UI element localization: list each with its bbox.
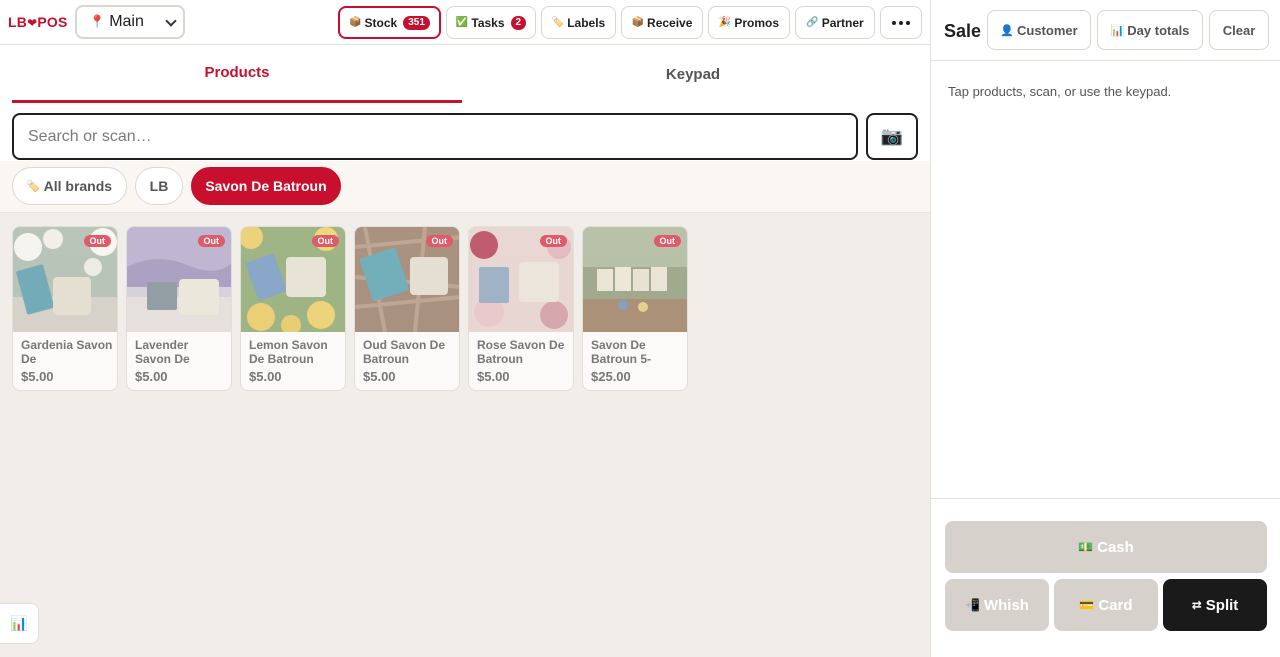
day-totals-button[interactable]: 📊 Day totals	[1097, 10, 1203, 50]
tag-icon: 🏷️	[551, 17, 565, 28]
product-price: $25.00	[591, 369, 631, 384]
user-icon: 👤	[1000, 24, 1014, 37]
search-bar: 📷	[0, 113, 930, 163]
brand-chip-label: LB	[149, 178, 169, 194]
product-name: Gardenia Savon De	[21, 338, 113, 366]
stats-button[interactable]: 📊	[0, 603, 39, 644]
dot-icon	[899, 20, 903, 25]
product-price: $5.00	[135, 369, 168, 384]
product-price: $5.00	[21, 369, 54, 384]
whish-button[interactable]: 📲 Whish	[945, 579, 1049, 631]
split-label: Split	[1205, 596, 1239, 614]
tasks-label: Tasks	[471, 15, 505, 30]
tag-icon: 🏷️	[26, 180, 41, 193]
product-name: Rose Savon De Batroun	[477, 338, 565, 366]
out-of-stock-badge: Out	[653, 235, 681, 247]
product-card[interactable]: Out Lavender Savon De $5.00	[126, 226, 232, 391]
customer-button[interactable]: 👤 Customer	[987, 10, 1091, 50]
products-pane: LB❤POS 📍 Main 📦 Stock 351 ✅ Tasks 2 🏷️ L…	[0, 0, 930, 657]
out-of-stock-badge: Out	[425, 235, 453, 247]
out-of-stock-badge: Out	[311, 235, 339, 247]
tasks-badge: 2	[510, 15, 527, 30]
card-label: Card	[1098, 596, 1133, 614]
bar-chart-icon: 📊	[10, 615, 28, 631]
stock-label: Stock	[364, 15, 398, 30]
sale-title: Sale	[944, 21, 982, 41]
sale-header: Sale 👤 Customer 📊 Day totals Clear	[931, 0, 1280, 61]
labels-label: Labels	[567, 15, 606, 30]
product-name: Savon De Batroun 5-	[591, 338, 651, 366]
app-logo: LB❤POS	[8, 14, 68, 30]
promos-button[interactable]: 🎉 Promos	[708, 6, 790, 39]
product-name: Lavender Savon De	[135, 338, 190, 366]
pin-icon: 📍	[89, 14, 106, 29]
product-price: $5.00	[363, 369, 396, 384]
stock-badge: 351	[403, 15, 430, 30]
search-input[interactable]	[12, 113, 858, 160]
receive-label: Receive	[647, 15, 693, 30]
product-card[interactable]: Out Savon De Batroun 5- $25.00	[582, 226, 688, 391]
link-icon: 🔗	[806, 17, 819, 28]
day-totals-label: Day totals	[1127, 22, 1190, 38]
card-button[interactable]: 💳 Card	[1054, 579, 1158, 631]
promos-label: Promos	[734, 15, 780, 30]
brand-chip-lb[interactable]: LB	[135, 167, 183, 205]
customer-label: Customer	[1017, 22, 1078, 38]
product-card[interactable]: Out Gardenia Savon De $5.00	[12, 226, 118, 391]
cash-label: Cash	[1097, 538, 1134, 556]
partner-label: Partner	[821, 15, 864, 30]
box-icon: 📦	[349, 17, 362, 28]
out-of-stock-badge: Out	[83, 235, 111, 247]
tasks-button[interactable]: ✅ Tasks 2	[446, 6, 536, 39]
location-value: Main	[109, 13, 144, 30]
receive-button[interactable]: 📦 Receive	[621, 6, 703, 39]
brand-chip-label: Savon De Batroun	[205, 178, 327, 194]
party-icon: 🎉	[718, 17, 732, 28]
credit-card-icon: 💳	[1079, 598, 1095, 612]
brand-chip-label: All brands	[43, 178, 113, 194]
tab-products[interactable]: Products	[12, 45, 462, 103]
product-card[interactable]: Out Rose Savon De Batroun $5.00	[468, 226, 574, 391]
top-bar: LB❤POS 📍 Main 📦 Stock 351 ✅ Tasks 2 🏷️ L…	[0, 0, 930, 45]
location-select[interactable]: 📍 Main	[75, 5, 185, 39]
out-of-stock-badge: Out	[539, 235, 567, 247]
product-price: $5.00	[477, 369, 510, 384]
chevron-down-icon	[165, 15, 177, 27]
check-icon: ✅	[455, 17, 469, 28]
whish-label: Whish	[983, 596, 1029, 614]
product-card[interactable]: Out Lemon Savon De Batroun $5.00	[240, 226, 346, 391]
swap-icon: ⇄	[1191, 598, 1202, 612]
more-menu-button[interactable]	[880, 6, 922, 39]
product-name: Oud Savon De Batroun	[363, 338, 446, 366]
dot-icon	[906, 20, 910, 25]
tab-keypad[interactable]: Keypad	[466, 45, 920, 103]
cash-icon: 💵	[1078, 540, 1094, 554]
brand-chip-savon-de-batroun[interactable]: Savon De Batroun	[191, 167, 341, 205]
bar-chart-icon: 📊	[1110, 24, 1125, 37]
heart-icon: ❤	[27, 16, 38, 30]
camera-scan-button[interactable]: 📷	[866, 113, 918, 160]
phone-icon: 📲	[965, 598, 980, 612]
brand-filter-bar: 🏷️ All brands LB Savon De Batroun	[0, 161, 930, 213]
box-icon: 📦	[631, 17, 645, 28]
dot-icon	[892, 20, 896, 25]
clear-button[interactable]: Clear	[1209, 10, 1269, 50]
payment-panel: 💵 Cash 📲 Whish 💳 Card ⇄ Split	[931, 498, 1280, 657]
logo-text-right: POS	[37, 14, 68, 30]
product-price: $5.00	[249, 369, 282, 384]
split-button[interactable]: ⇄ Split	[1163, 579, 1267, 631]
mode-tabs: Products Keypad	[0, 45, 930, 113]
cash-button[interactable]: 💵 Cash	[945, 521, 1267, 573]
empty-cart-message: Tap products, scan, or use the keypad.	[948, 84, 1172, 99]
partner-button[interactable]: 🔗 Partner	[795, 6, 875, 39]
out-of-stock-badge: Out	[197, 235, 225, 247]
labels-button[interactable]: 🏷️ Labels	[541, 6, 616, 39]
product-name: Lemon Savon De Batroun	[249, 338, 328, 366]
logo-text-left: LB	[8, 14, 28, 30]
brand-chip-all[interactable]: 🏷️ All brands	[12, 167, 127, 205]
stock-button[interactable]: 📦 Stock 351	[338, 6, 441, 39]
sale-pane: Sale 👤 Customer 📊 Day totals Clear Tap p…	[930, 0, 1280, 657]
camera-icon: 📷	[880, 126, 904, 146]
product-card[interactable]: Out Oud Savon De Batroun $5.00	[354, 226, 460, 391]
